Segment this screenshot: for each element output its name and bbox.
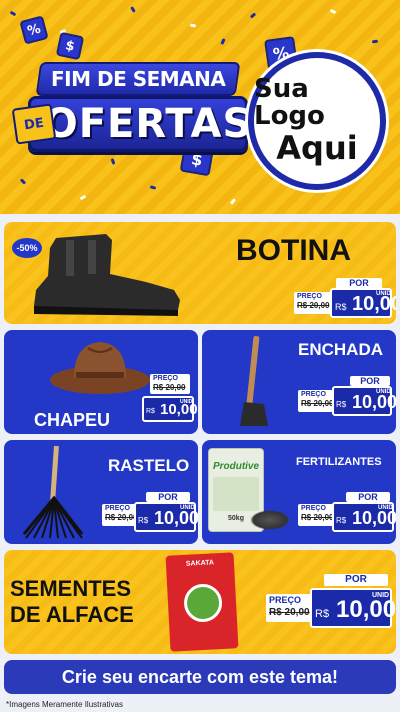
disclaimer-note: *Imagens Meramente Ilustrativas [6,700,123,709]
price-value: 10,00 [154,508,198,528]
product-card-sementes: SEMENTES DE ALFACE SAKATA POR PREÇO R$ 2… [4,550,396,654]
unit-label: UNID [376,291,391,297]
unit-label: UNID [378,505,393,511]
product-card-enchada: ENCHADA POR PREÇO R$ 20,00 R$ 10,00 UNID [202,330,396,434]
hoe-icon [240,336,268,426]
packet-brand: SAKATA [185,559,215,568]
confetti [130,6,136,13]
logo-text-line-1: Sua Logo [254,74,325,132]
old-price-box: PREÇO R$ 20,00 [298,390,336,412]
cta-banner[interactable]: Crie seu encarte com este tema! [4,660,396,694]
old-price-box: PREÇO R$ 20,00 [150,374,190,394]
price-value: 10,00 [352,508,396,528]
confetti [249,12,257,19]
confetti [329,8,337,15]
event-title: FIM DE SEMANA OFERTAS DE [8,54,251,164]
unit-label: UNID [372,592,390,599]
preco-label: PREÇO [301,505,326,512]
confetti [149,185,157,190]
fertilizer-granules [250,510,290,530]
logo-text-line-2: Aqui [276,128,358,167]
header-banner: % $ % $ FIM DE SEMANA OFERTAS DE Sua Log… [0,0,400,214]
old-price: R$ 20,00 [297,301,330,310]
product-name: RASTELO [108,456,190,475]
currency: R$ [315,608,330,620]
old-price-box: PREÇO R$ 20,00 [298,504,336,526]
product-name-line-1: SEMENTES [10,576,132,601]
product-name-line-2: DE ALFACE [10,602,134,627]
title-banner-main: OFERTAS [28,96,251,152]
por-label: POR [324,574,388,586]
bag-label-area [213,477,259,511]
bag-brand: Produtive [212,461,260,472]
flyer: % $ % $ FIM DE SEMANA OFERTAS DE Sua Log… [0,0,400,712]
percent-cube-icon: % [19,15,49,45]
hat-icon [50,342,150,394]
confetti [189,23,197,28]
product-card-chapeu: CHAPEU PREÇO R$ 20,00 R$ 10,00 UNID [4,330,198,434]
currency: R$ [336,516,347,525]
product-name: ENCHADA [298,340,383,359]
preco-label: PREÇO [301,391,326,398]
current-price-box: R$ 10,00 UNID [310,588,396,628]
old-price: R$ 20,00 [153,383,186,392]
product-card-fertilizantes: Produtive 50kg FERTILIZANTES POR PREÇO R… [202,440,396,544]
old-price: R$ 20,00 [301,399,334,408]
title-line-2: OFERTAS [43,101,253,147]
price-value: 10,00 [352,392,396,412]
unit-label: UNID [376,389,391,395]
por-label: POR [350,376,390,386]
old-price: R$ 20,00 [301,513,334,522]
product-card-rastelo: RASTELO POR PREÇO R$ 20,00 R$ 10,00 UNID [4,440,198,544]
preco-label: PREÇO [153,375,178,382]
confetti [19,178,27,185]
current-price-box: R$ 10,00 UNID [332,502,396,532]
title-banner-top: FIM DE SEMANA [35,62,241,96]
price-value: 10,00 [336,596,396,623]
current-price-box: R$ 10,00 UNID [330,288,396,318]
lettuce-image [183,582,224,623]
confetti [220,38,226,45]
por-label: POR [146,492,190,502]
seed-packet-icon: SAKATA [165,552,239,652]
product-card-botina: -50% BOTINA POR PREÇO R$ 20,00 R$ 10,00 … [4,222,396,324]
products-area: -50% BOTINA POR PREÇO R$ 20,00 R$ 10,00 … [0,214,400,712]
product-name: BOTINA [236,234,351,267]
title-de-tag: DE [11,103,57,145]
confetti [79,194,87,201]
por-label: POR [346,492,390,502]
product-name: FERTILIZANTES [296,456,382,468]
logo-placeholder: Sua Logo Aqui [248,52,386,190]
old-price-box: PREÇO R$ 20,00 [294,292,334,314]
current-price-box: R$ 10,00 UNID [332,386,396,416]
title-line-1: FIM DE SEMANA [50,67,226,91]
preco-label: PREÇO [297,293,322,300]
current-price-box: R$ 10,00 UNID [134,502,198,532]
boot-icon [34,234,180,316]
unit-label: UNID [180,505,195,511]
confetti [9,10,17,17]
unit-label: UNID [180,399,193,405]
currency: R$ [335,302,347,312]
currency: R$ [146,408,155,415]
confetti [371,39,379,44]
confetti [229,198,237,205]
product-name: CHAPEU [34,410,111,430]
rake-icon [22,445,84,539]
currency: R$ [336,400,347,409]
current-price-box: R$ 10,00 UNID [142,396,198,422]
currency: R$ [138,516,149,525]
